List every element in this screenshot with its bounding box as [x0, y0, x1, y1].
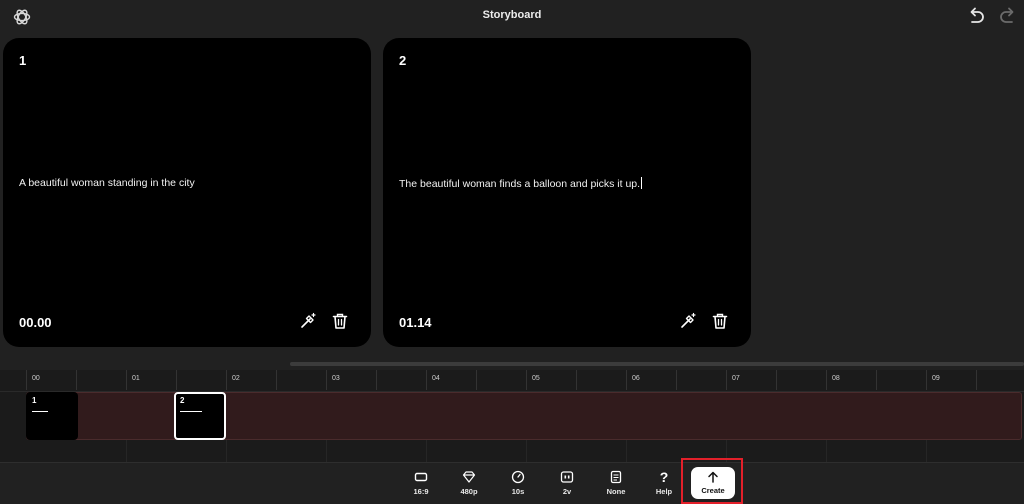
timer-icon	[511, 470, 525, 484]
ruler-tick	[726, 370, 727, 390]
aspect-ratio-label: 16:9	[413, 487, 429, 496]
variations-icon	[560, 471, 574, 483]
timeline-ruler: 00 01 02 03 04 05 06 07 08 09	[0, 370, 1024, 392]
ruler-label: 00	[32, 375, 40, 382]
help-icon: ?	[659, 469, 669, 485]
trash-icon[interactable]	[331, 312, 349, 330]
redo-icon[interactable]	[998, 6, 1018, 26]
ruler-label: 04	[432, 375, 440, 382]
duration-button[interactable]: 10s	[498, 470, 538, 500]
ruler-label: 02	[232, 375, 240, 382]
ruler-tick	[926, 370, 927, 390]
ruler-tick	[376, 370, 377, 390]
timeline-clip-selected[interactable]: 2	[174, 392, 226, 440]
resolution-label: 480p	[460, 487, 478, 496]
preset-icon	[610, 470, 622, 484]
preset-button[interactable]: None	[596, 470, 636, 500]
create-label: Create	[701, 486, 725, 495]
ruler-tick	[576, 370, 577, 390]
ruler-tick	[476, 370, 477, 390]
timeline-clip[interactable]: 1	[26, 392, 78, 440]
ruler-tick	[126, 370, 127, 390]
ruler-tick	[876, 370, 877, 390]
ruler-tick	[526, 370, 527, 390]
clip-text-line	[32, 411, 48, 412]
ruler-tick	[226, 370, 227, 390]
help-label: Help	[655, 487, 673, 496]
clip-number: 1	[32, 396, 37, 405]
card-number: 2	[399, 53, 407, 68]
aspect-ratio-button[interactable]: 16:9	[401, 470, 441, 500]
preset-label: None	[606, 487, 626, 496]
ruler-tick	[626, 370, 627, 390]
ruler-label: 05	[532, 375, 540, 382]
ruler-tick	[326, 370, 327, 390]
duration-label: 10s	[511, 487, 525, 496]
clip-number: 2	[180, 396, 185, 405]
edit-wand-icon[interactable]	[299, 312, 317, 330]
undo-icon[interactable]	[966, 6, 986, 26]
ruler-tick	[826, 370, 827, 390]
ruler-tick	[176, 370, 177, 390]
card-prompt-value: The beautiful woman finds a balloon and …	[399, 178, 641, 190]
create-button[interactable]: Create	[691, 467, 735, 499]
resolution-button[interactable]: 480p	[449, 470, 489, 500]
card-timestamp: 00.00	[19, 315, 52, 330]
trash-icon[interactable]	[711, 312, 729, 330]
ruler-label: 01	[132, 375, 140, 382]
ruler-label: 06	[632, 375, 640, 382]
arrow-up-icon	[708, 471, 718, 483]
ruler-label: 09	[932, 375, 940, 382]
storyboard-card[interactable]: 2 The beautiful woman finds a balloon an…	[383, 38, 751, 347]
text-caret	[641, 177, 643, 189]
ruler-tick	[26, 370, 27, 390]
top-bar: Storyboard	[0, 0, 1024, 34]
diamond-icon	[462, 471, 476, 483]
ruler-tick	[426, 370, 427, 390]
clip-text-line	[180, 411, 202, 412]
ruler-tick	[276, 370, 277, 390]
timeline[interactable]: 00 01 02 03 04 05 06 07 08 09 1 2	[0, 370, 1024, 462]
storyboard-card[interactable]: 1 A beautiful woman standing in the city…	[3, 38, 371, 347]
ruler-label: 03	[332, 375, 340, 382]
ruler-tick	[76, 370, 77, 390]
card-number: 1	[19, 53, 27, 68]
page-title: Storyboard	[482, 9, 542, 21]
edit-wand-icon[interactable]	[679, 312, 697, 330]
ruler-tick	[976, 370, 977, 390]
ruler-label: 07	[732, 375, 740, 382]
ruler-tick	[776, 370, 777, 390]
variations-button[interactable]: 2v	[547, 470, 587, 500]
card-prompt-text[interactable]: A beautiful woman standing in the city	[19, 177, 195, 189]
horizontal-scrollbar[interactable]	[290, 362, 1024, 366]
card-prompt-text[interactable]: The beautiful woman finds a balloon and …	[399, 177, 643, 190]
variations-label: 2v	[562, 487, 572, 496]
help-button[interactable]: ? Help	[644, 470, 684, 500]
card-timestamp: 01.14	[399, 315, 432, 330]
ruler-label: 08	[832, 375, 840, 382]
ruler-tick	[676, 370, 677, 390]
aspect-ratio-icon	[414, 472, 428, 482]
